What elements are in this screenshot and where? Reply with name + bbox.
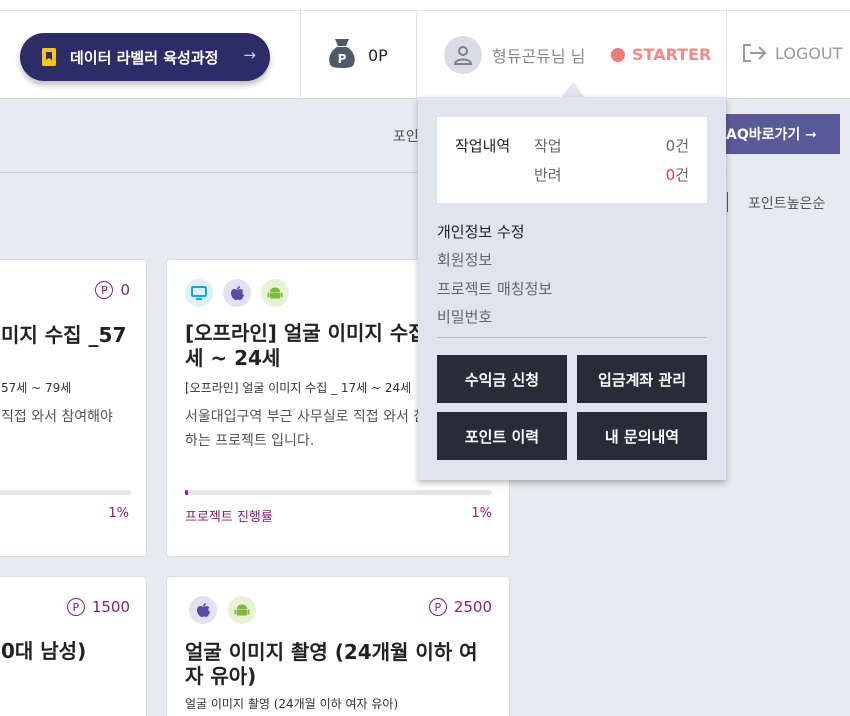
header-divider: [726, 11, 727, 99]
apple-icon: [189, 596, 217, 624]
grade-dot-icon: [611, 47, 625, 62]
reject-label: 반려: [534, 166, 562, 184]
project-subtitle: [오프라인] 얼굴 이미지 수집 _ 17세 ~ 24세: [185, 381, 412, 395]
project-matching-link[interactable]: 프로젝트 매칭정보: [437, 278, 552, 299]
arrow-right-icon: →: [243, 46, 256, 64]
password-link[interactable]: 비밀번호: [437, 306, 492, 327]
android-icon: [261, 279, 289, 307]
work-history-box: 작업내역 작업 0건 반려 0건: [437, 117, 707, 203]
point-history-button[interactable]: 포인트 이력: [437, 412, 567, 460]
work-count: 0건: [665, 137, 689, 155]
project-card[interactable]: P 2500 얼굴 이미지 촬영 (24개월 이하 여 자 유아) 얼굴 이미지…: [166, 576, 510, 716]
work-label: 작업: [534, 137, 562, 155]
sort-separator: [727, 192, 728, 212]
my-inquiries-button[interactable]: 내 문의내역: [577, 412, 707, 460]
revenue-request-button[interactable]: 수익금 신청: [437, 355, 567, 403]
progress-value: 1%: [108, 506, 129, 521]
project-points: P 1500: [66, 598, 130, 616]
desktop-icon: [185, 279, 213, 307]
progress-label: 프로젝트 진행률: [185, 510, 273, 525]
point-circle-icon: P: [95, 281, 114, 299]
sort-by-points-button[interactable]: 포인트높은순: [748, 193, 825, 213]
points-value: 0: [120, 281, 130, 299]
logout-label: LOGOUT: [775, 43, 843, 63]
point-circle-icon: P: [428, 598, 447, 616]
project-subtitle: 57세 ~ 79세: [1, 381, 72, 395]
progress-fill: [185, 490, 189, 495]
project-points: P 0: [95, 281, 130, 299]
work-history-title: 작업내역: [455, 137, 511, 155]
progress-value: 1%: [471, 506, 492, 521]
faq-shortcut-button[interactable]: AQ바로가기 ➞: [718, 114, 840, 154]
project-subtitle: 얼굴 이미지 촬영 (24개월 이하 여자 유아): [185, 697, 399, 711]
reject-unit: 건: [675, 166, 689, 184]
android-icon: [228, 596, 256, 624]
point-bag-icon: P: [328, 38, 356, 72]
points-value: 2500: [453, 598, 492, 616]
reject-number: 0: [665, 166, 676, 184]
project-card[interactable]: P 0 미지 수집 _57 57세 ~ 79세 직접 와서 참여해야 1%: [0, 259, 147, 557]
bookmark-icon: [42, 48, 56, 66]
header-divider: [416, 11, 417, 99]
logout-button[interactable]: LOGOUT: [742, 43, 842, 63]
point-balance[interactable]: P 0P: [328, 38, 388, 72]
labeler-course-button[interactable]: 데이터 라벨러 육성과정 →: [20, 33, 270, 81]
progress-bar: [0, 490, 131, 495]
user-name: 형듀곤듀님 님: [492, 47, 586, 66]
project-title-line2: 자 유아): [185, 664, 257, 688]
user-menu-toggle[interactable]: 형듀곤듀님 님: [444, 36, 585, 74]
grade-badge: STARTER: [611, 45, 711, 64]
project-title: 미지 수집 _57: [1, 323, 127, 347]
bank-account-button[interactable]: 입금계좌 관리: [577, 355, 707, 403]
point-label: 포인: [393, 129, 419, 145]
svg-text:P: P: [338, 52, 347, 66]
project-description-line2: 하는 프로젝트 입니다.: [185, 433, 315, 449]
project-title-line2: 세 ~ 24세: [185, 346, 281, 370]
reject-count: 0건: [666, 164, 689, 185]
logout-icon: [743, 44, 767, 62]
dropdown-caret: [561, 82, 585, 98]
header-top-line: [0, 10, 850, 11]
user-dropdown-menu: 작업내역 작업 0건 반려 0건 개인정보 수정 회원정보 프로젝트 매칭정보 …: [418, 97, 726, 480]
dropdown-divider: [437, 337, 707, 338]
project-description: 직접 와서 참여해야: [1, 409, 113, 425]
project-title: 0대 남성): [1, 639, 87, 663]
points-value: 1500: [91, 598, 130, 616]
edit-profile-heading: 개인정보 수정: [437, 223, 525, 241]
apple-icon: [223, 279, 251, 307]
project-title: 얼굴 이미지 촬영 (24개월 이하 여: [185, 640, 478, 664]
point-value: 0P: [368, 45, 388, 65]
point-circle-icon: P: [66, 598, 85, 616]
user-avatar-icon: [444, 36, 482, 74]
header-divider: [300, 11, 301, 99]
project-card[interactable]: P 1500 0대 남성): [0, 576, 147, 716]
course-button-label: 데이터 라벨러 육성과정: [70, 48, 219, 67]
project-points: P 2500: [428, 598, 492, 616]
grade-label: STARTER: [632, 45, 712, 64]
progress-bar: [185, 490, 492, 495]
member-info-link[interactable]: 회원정보: [437, 249, 492, 270]
top-header: 데이터 라벨러 육성과정 → P 0P 형듀곤듀님 님 STARTER LOGO…: [0, 0, 850, 99]
